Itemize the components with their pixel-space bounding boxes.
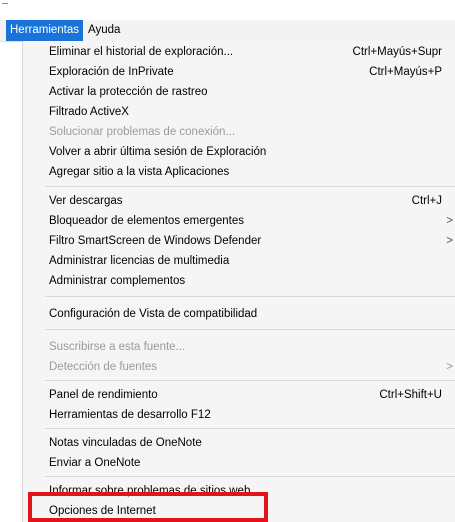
- menu-separator: [45, 186, 455, 187]
- menu-item-label: Exploración de InPrivate: [49, 66, 174, 78]
- menu-separator: [45, 329, 455, 330]
- submenu-arrow-icon: >: [446, 361, 453, 373]
- menu-item-label: Activar la protección de rastreo: [49, 86, 208, 98]
- menu-item-shortcut: Ctrl+J: [411, 195, 442, 207]
- menu-item-label: Filtrado ActiveX: [49, 106, 129, 118]
- menu-item-label: Herramientas de desarrollo F12: [49, 409, 211, 421]
- menu-item-performance-dashboard[interactable]: Panel de rendimiento Ctrl+Shift+U: [23, 386, 455, 404]
- menu-item-label: Enviar a OneNote: [49, 457, 141, 469]
- menu-separator: [45, 476, 455, 477]
- submenu-arrow-icon: >: [446, 215, 453, 227]
- menu-item-label: Configuración de Vista de compatibilidad: [49, 308, 258, 320]
- menu-item-smartscreen[interactable]: Filtro SmartScreen de Windows Defender >: [23, 232, 455, 250]
- menu-item-label: Filtro SmartScreen de Windows Defender: [49, 235, 262, 247]
- menu-item-onenote-linked[interactable]: Notas vinculadas de OneNote: [23, 434, 455, 452]
- corner-mark: [2, 3, 8, 7]
- menu-item-fix-connection: Solucionar problemas de conexión...: [23, 123, 455, 141]
- menu-item-label: Volver a abrir última sesión de Explorac…: [49, 146, 267, 158]
- menu-item-f12-devtools[interactable]: Herramientas de desarrollo F12: [23, 406, 455, 424]
- menu-item-popup-blocker[interactable]: Bloqueador de elementos emergentes >: [23, 212, 455, 230]
- menu-item-shortcut: Ctrl+Mayús+Supr: [352, 46, 442, 58]
- menu-item-activex-filtering[interactable]: Filtrado ActiveX: [23, 103, 455, 121]
- menu-item-send-onenote[interactable]: Enviar a OneNote: [23, 454, 455, 472]
- menu-separator: [45, 380, 455, 381]
- menu-bar: Herramientas Ayuda: [0, 20, 455, 42]
- menu-item-label: Detección de fuentes: [49, 361, 158, 373]
- menu-item-label: Administrar complementos: [49, 275, 186, 287]
- submenu-arrow-icon: >: [446, 235, 453, 247]
- menu-item-manage-addons[interactable]: Administrar complementos: [23, 272, 455, 290]
- menu-item-media-licenses[interactable]: Administrar licencias de multimedia: [23, 252, 455, 270]
- menu-ayuda[interactable]: Ayuda: [84, 20, 124, 41]
- tools-dropdown-menu: Eliminar el historial de exploración... …: [22, 41, 455, 522]
- menu-item-label: Eliminar el historial de exploración...: [49, 46, 234, 58]
- menu-item-add-site-apps[interactable]: Agregar sitio a la vista Aplicaciones: [23, 163, 455, 181]
- menu-item-label: Bloqueador de elementos emergentes: [49, 215, 244, 227]
- menu-item-label: Administrar licencias de multimedia: [49, 255, 230, 267]
- menu-item-label: Agregar sitio a la vista Aplicaciones: [49, 166, 230, 178]
- menu-item-tracking-protection[interactable]: Activar la protección de rastreo: [23, 83, 455, 101]
- menu-separator: [45, 428, 455, 429]
- menu-separator: [45, 296, 455, 297]
- menu-item-label: Suscribirse a esta fuente...: [49, 341, 186, 353]
- menu-herramientas[interactable]: Herramientas: [6, 20, 84, 41]
- menu-item-feed-discovery: Detección de fuentes >: [23, 358, 455, 376]
- menu-item-shortcut: Ctrl+Shift+U: [379, 389, 442, 401]
- menu-item-delete-history[interactable]: Eliminar el historial de exploración... …: [23, 43, 455, 61]
- menu-item-label: Solucionar problemas de conexión...: [49, 126, 236, 138]
- highlight-annotation-box: [28, 492, 268, 522]
- menu-item-label: Notas vinculadas de OneNote: [49, 437, 202, 449]
- window-top-strip: [0, 0, 455, 20]
- menu-item-reopen-session[interactable]: Volver a abrir última sesión de Explorac…: [23, 143, 455, 161]
- menu-item-subscribe-feed: Suscribirse a esta fuente...: [23, 338, 455, 356]
- menu-item-view-downloads[interactable]: Ver descargas Ctrl+J: [23, 192, 455, 210]
- menu-item-label: Panel de rendimiento: [49, 389, 158, 401]
- menu-item-inprivate[interactable]: Exploración de InPrivate Ctrl+Mayús+P: [23, 63, 455, 81]
- menu-item-compat-view[interactable]: Configuración de Vista de compatibilidad: [23, 305, 455, 323]
- menu-item-label: Ver descargas: [49, 195, 123, 207]
- menu-item-shortcut: Ctrl+Mayús+P: [369, 66, 442, 78]
